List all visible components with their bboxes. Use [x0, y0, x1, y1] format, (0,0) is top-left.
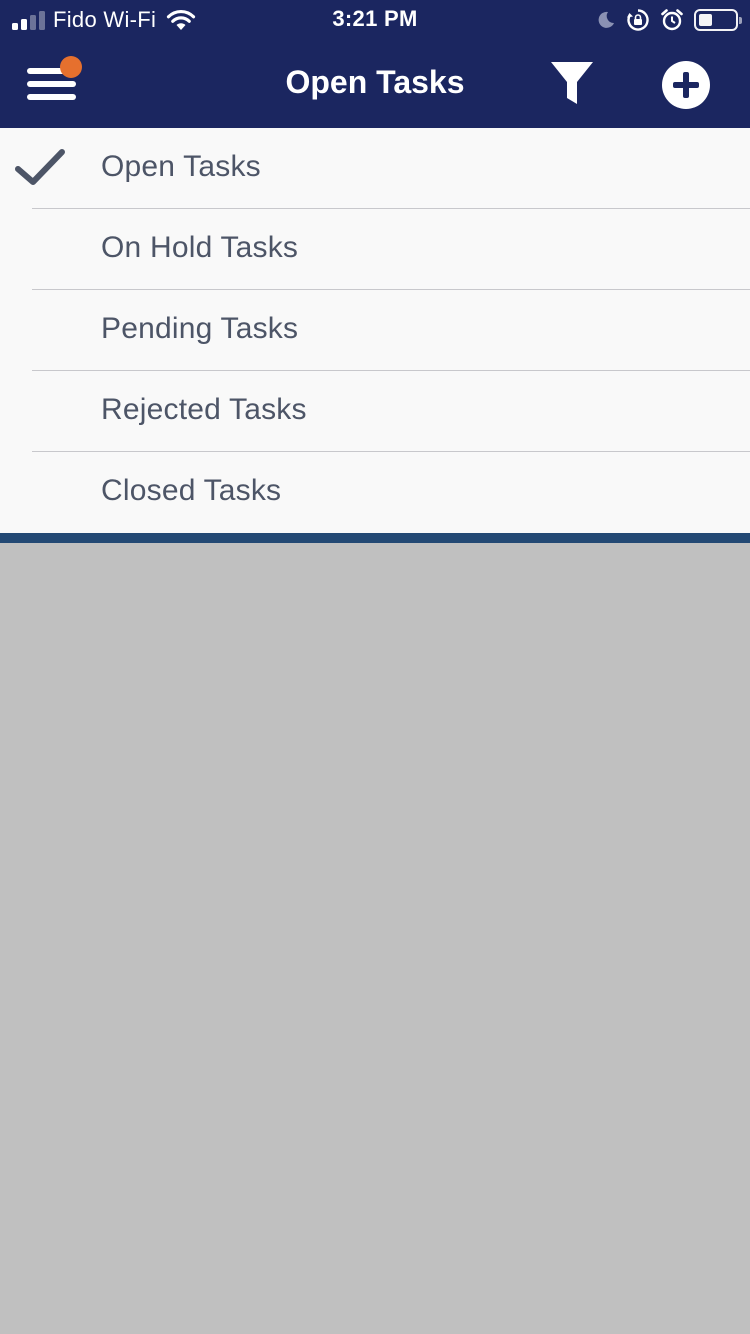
status-bar: Fido Wi-Fi 3:21 PM — [0, 0, 750, 40]
task-filter-label: Open Tasks — [101, 150, 261, 183]
battery-icon — [694, 9, 742, 31]
task-filter-label: Pending Tasks — [101, 312, 299, 345]
task-filter-label: Rejected Tasks — [101, 393, 307, 426]
dropdown-bottom-border — [0, 533, 750, 543]
alarm-icon — [661, 9, 683, 31]
moon-icon — [598, 11, 614, 28]
task-filter-closed[interactable]: Closed Tasks — [0, 452, 750, 533]
task-filter-pending[interactable]: Pending Tasks — [0, 290, 750, 371]
task-filter-label: On Hold Tasks — [101, 231, 299, 264]
task-filter-on-hold[interactable]: On Hold Tasks — [0, 209, 750, 290]
add-icon[interactable] — [661, 60, 711, 110]
task-filter-rejected[interactable]: Rejected Tasks — [0, 371, 750, 452]
task-filter-label: Closed Tasks — [101, 474, 282, 507]
rotation-lock-icon — [627, 9, 649, 31]
status-icons — [596, 7, 742, 33]
filter-icon[interactable] — [548, 60, 596, 108]
dimmed-overlay[interactable] — [0, 543, 750, 1334]
task-filter-list: Open Tasks On Hold Tasks Pending Tasks R… — [0, 128, 750, 533]
page-title[interactable]: Open Tasks — [0, 64, 750, 101]
task-filter-open[interactable]: Open Tasks — [0, 128, 750, 209]
nav-bar: Open Tasks — [0, 40, 750, 128]
checkmark-icon — [15, 149, 65, 185]
